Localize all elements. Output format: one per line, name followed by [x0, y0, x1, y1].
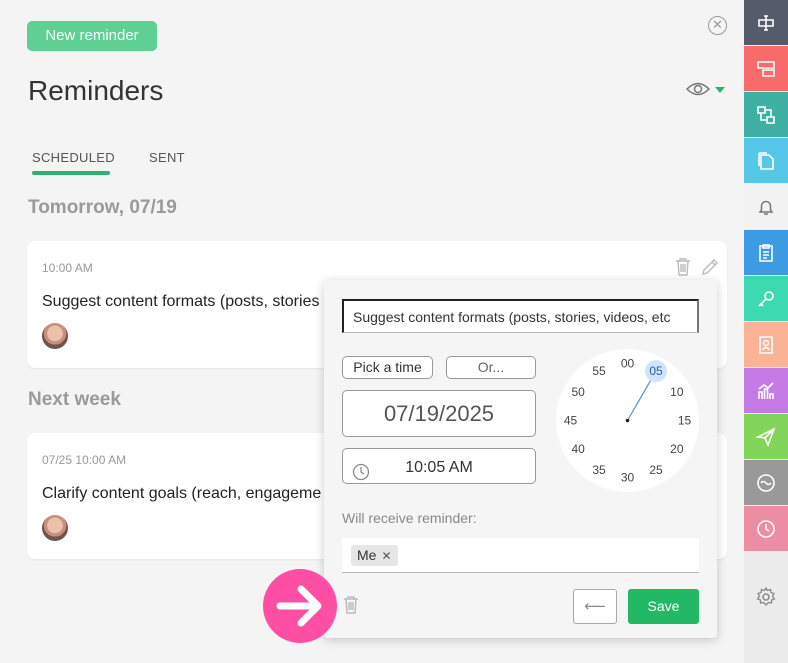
remove-chip-icon[interactable]: ✕	[381, 549, 391, 563]
clock-number[interactable]: 40	[571, 442, 585, 456]
tab-sent[interactable]: SENT	[149, 150, 185, 165]
active-tab-indicator	[32, 171, 110, 175]
recipient-chip: Me ✕	[351, 545, 398, 566]
tab-scheduled[interactable]: SCHEDULED	[32, 150, 115, 165]
save-button[interactable]: Save	[628, 589, 699, 624]
form-icon[interactable]	[744, 46, 788, 91]
page-title: Reminders	[28, 75, 164, 106]
clock-picker[interactable]: 00 05 10 15 20 25 30 35 40 45 50 55	[556, 349, 699, 492]
avatar	[42, 515, 68, 541]
recipients-label: Will receive reminder:	[342, 510, 477, 526]
section-title-tomorrow: Tomorrow, 07/19	[28, 197, 177, 218]
contact-icon[interactable]	[744, 322, 788, 367]
avatar	[42, 323, 68, 349]
pencil-icon[interactable]	[701, 258, 719, 281]
edit-reminder-popup: Pick a time Or... 07/19/2025 10:05 AM 00…	[324, 280, 717, 638]
reminder-time: 07/25 10:00 AM	[42, 453, 127, 467]
trash-icon[interactable]	[675, 258, 691, 281]
clock-hand	[626, 380, 652, 421]
pick-time-button[interactable]: Pick a time	[342, 356, 433, 379]
chip-label: Me	[357, 547, 377, 563]
wave-icon[interactable]	[744, 460, 788, 505]
text-field-icon[interactable]	[744, 0, 788, 45]
clock-center	[625, 418, 630, 423]
reminder-time: 10:00 AM	[42, 261, 93, 275]
key-icon[interactable]	[744, 276, 788, 321]
right-sidebar	[744, 0, 788, 663]
clock-number[interactable]: 35	[592, 463, 606, 477]
chevron-down-icon[interactable]	[715, 87, 725, 93]
settings-icon[interactable]	[744, 574, 788, 619]
clipboard-icon[interactable]	[744, 230, 788, 275]
clock-number[interactable]: 20	[670, 442, 684, 456]
reminder-text-input[interactable]	[342, 299, 699, 333]
recipients-field[interactable]: Me ✕	[342, 538, 699, 573]
clock-number[interactable]: 45	[564, 414, 578, 428]
clock-number[interactable]: 05	[649, 364, 663, 378]
link-blocks-icon[interactable]	[744, 92, 788, 137]
trash-icon[interactable]	[343, 596, 359, 619]
new-reminder-button[interactable]: New reminder	[27, 21, 157, 51]
clock-number[interactable]: 15	[678, 414, 692, 428]
reminder-text: Suggest content formats (posts, stories	[42, 293, 320, 310]
chart-icon[interactable]	[744, 368, 788, 413]
clock-number[interactable]: 50	[571, 385, 585, 399]
copy-icon[interactable]	[744, 138, 788, 183]
clock-number[interactable]: 55	[592, 364, 606, 378]
or-button[interactable]: Or...	[446, 356, 536, 379]
date-field[interactable]: 07/19/2025	[342, 390, 536, 437]
history-clock-icon[interactable]	[744, 506, 788, 551]
clock-icon	[352, 458, 370, 496]
bell-icon[interactable]	[744, 184, 788, 229]
eye-icon[interactable]	[685, 80, 711, 103]
time-field[interactable]: 10:05 AM	[342, 448, 536, 484]
clock-number[interactable]: 00	[621, 357, 635, 371]
clock-number[interactable]: 25	[649, 463, 663, 477]
highlight-arrow-icon	[263, 569, 337, 643]
time-value: 10:05 AM	[405, 459, 473, 476]
back-button[interactable]: ⟵	[573, 589, 617, 624]
reminder-text: Clarify content goals (reach, engageme	[42, 485, 322, 502]
send-icon[interactable]	[744, 414, 788, 459]
section-title-next-week: Next week	[28, 389, 121, 410]
clock-number[interactable]: 30	[621, 471, 635, 485]
close-icon[interactable]: ✕	[708, 16, 727, 35]
clock-number[interactable]: 10	[670, 385, 684, 399]
